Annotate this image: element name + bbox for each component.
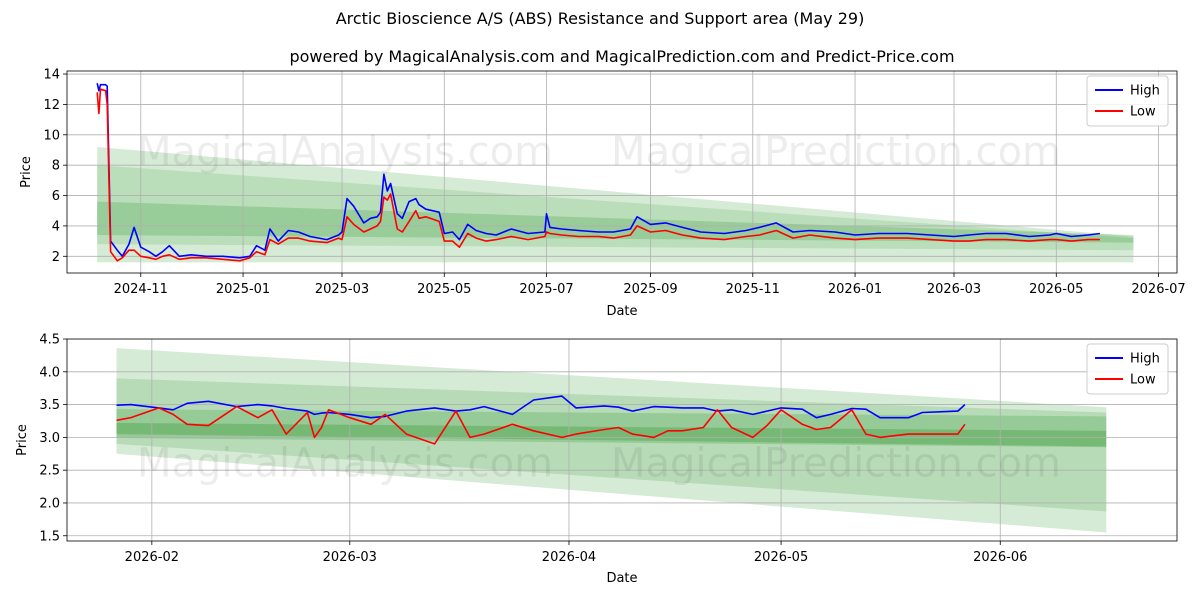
y-tick-label: 3.5 [39, 398, 60, 413]
y-axis-label: Price [19, 156, 34, 188]
x-tick-label: 2026-06 [973, 550, 1027, 565]
x-tick-label: 2025-11 [726, 282, 780, 297]
y-tick-label: 2.5 [39, 464, 60, 479]
y-tick-label: 6 [52, 189, 60, 204]
x-tick-label: 2026-04 [542, 550, 596, 565]
x-tick-label: 2026-07 [1131, 282, 1185, 297]
x-tick-label: 2025-05 [417, 282, 471, 297]
y-tick-label: 2.0 [39, 496, 60, 511]
legend-label-high: High [1130, 84, 1160, 99]
legend-label-high: High [1130, 352, 1160, 367]
x-tick-label: 2025-07 [519, 282, 573, 297]
y-tick-label: 2 [52, 250, 60, 265]
y-axis-label: Price [15, 424, 30, 456]
legend: High Low [1086, 75, 1169, 127]
y-tick-label: 4 [52, 219, 60, 234]
x-tick-label: 2025-03 [315, 282, 369, 297]
x-tick-label: 2024-11 [114, 282, 168, 297]
x-tick-label: 2025-01 [216, 282, 270, 297]
figure: Arctic Bioscience A/S (ABS) Resistance a… [0, 0, 1200, 600]
watermark-text: MagicalPrediction.com [611, 129, 1061, 175]
y-tick-label: 3.0 [39, 431, 60, 446]
x-axis-label: Date [606, 304, 637, 319]
y-tick-label: 1.5 [39, 529, 60, 544]
legend-label-low: Low [1130, 105, 1156, 120]
x-tick-label: 2026-03 [927, 282, 981, 297]
charts-canvas: powered by MagicalAnalysis.com and Magic… [15, 47, 1186, 586]
x-tick-label: 2026-05 [1029, 282, 1083, 297]
y-tick-label: 8 [52, 159, 60, 174]
chart-title: powered by MagicalAnalysis.com and Magic… [289, 47, 954, 66]
x-tick-label: 2026-05 [754, 550, 808, 565]
plot-area: MagicalAnalysis.com MagicalPrediction.com [67, 339, 1177, 541]
x-tick-label: 2026-02 [125, 550, 179, 565]
watermark-text: MagicalPrediction.com [611, 441, 1061, 487]
y-tick-label: 14 [43, 68, 60, 83]
watermark-text: MagicalAnalysis.com [137, 129, 553, 175]
plot-area: MagicalAnalysis.com MagicalPrediction.com [67, 71, 1177, 273]
chart-panel-1: powered by MagicalAnalysis.com and Magic… [19, 47, 1186, 319]
x-tick-label: 2025-09 [623, 282, 677, 297]
watermark-text: MagicalAnalysis.com [137, 441, 553, 487]
x-tick-label: 2026-01 [828, 282, 882, 297]
x-tick-label: 2026-03 [323, 550, 377, 565]
y-tick-label: 4.0 [39, 365, 60, 380]
x-axis-label: Date [606, 571, 637, 586]
y-tick-label: 4.5 [39, 333, 60, 348]
chart-panel-2: MagicalAnalysis.com MagicalPrediction.com… [15, 333, 1178, 586]
y-tick-label: 12 [43, 98, 60, 113]
y-tick-label: 10 [43, 128, 60, 143]
legend-label-low: Low [1130, 373, 1156, 388]
legend: High Low [1086, 343, 1169, 395]
